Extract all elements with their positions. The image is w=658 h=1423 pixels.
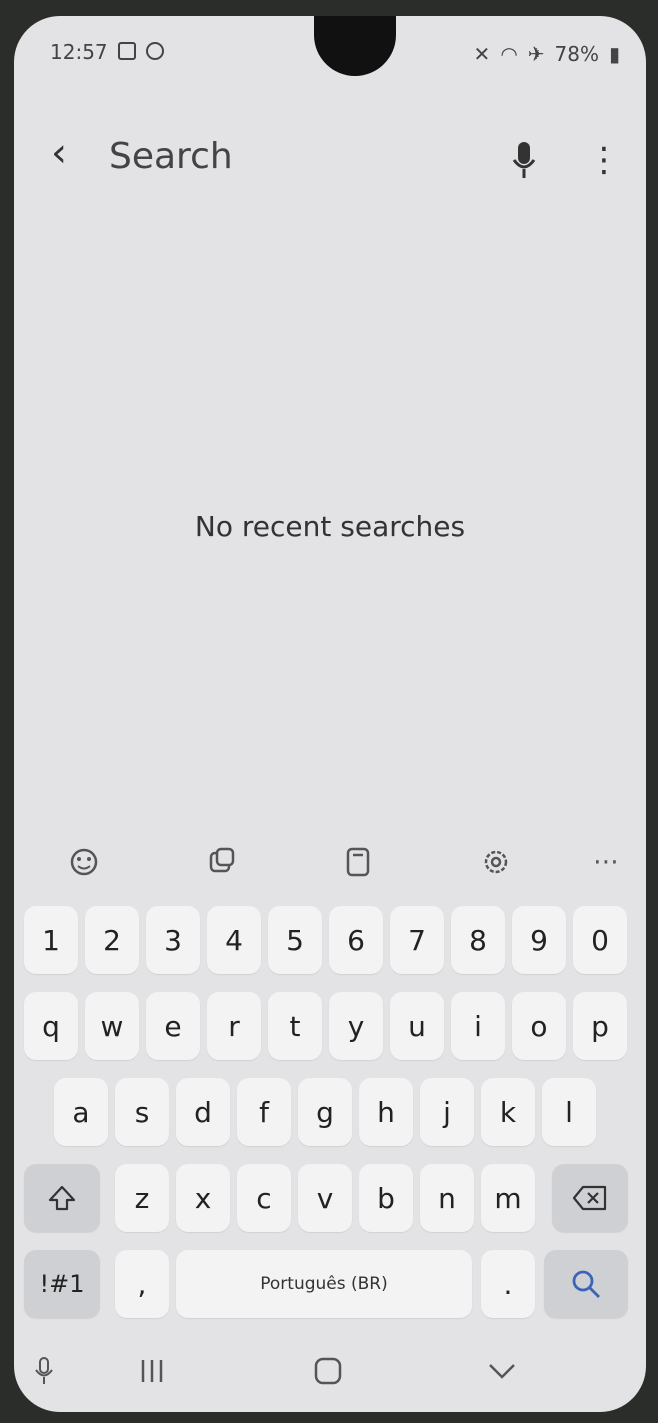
backspace-key[interactable] [552, 1164, 628, 1232]
key-9[interactable]: 9 [512, 906, 566, 974]
empty-state-text: No recent searches [194, 510, 466, 543]
key-3[interactable]: 3 [146, 906, 200, 974]
backspace-icon [572, 1185, 607, 1211]
mic-icon [35, 1357, 53, 1384]
settings-icon [484, 850, 508, 874]
chevron-left-icon: ‹ [51, 130, 67, 176]
key-w[interactable]: w [85, 992, 139, 1060]
key-5[interactable]: 5 [268, 906, 322, 974]
key-j[interactable]: j [420, 1078, 474, 1146]
home-button[interactable] [296, 1336, 360, 1406]
search-icon [572, 1270, 600, 1298]
recents-icon [141, 1360, 163, 1382]
back-button[interactable]: ‹ [38, 116, 80, 190]
key-q[interactable]: q [24, 992, 78, 1060]
key-r[interactable]: r [207, 992, 261, 1060]
key-n[interactable]: n [420, 1164, 474, 1232]
keyboard-row-zxcv: z x c v b n m [14, 1164, 646, 1236]
key-s[interactable]: s [115, 1078, 169, 1146]
key-7[interactable]: 7 [390, 906, 444, 974]
key-b[interactable]: b [359, 1164, 413, 1232]
key-u[interactable]: u [390, 992, 444, 1060]
toolbar-more-button[interactable]: ⋯ [580, 830, 632, 894]
battery-icon: ▮ [608, 42, 620, 66]
wifi-icon: ◠ [500, 42, 518, 66]
checkbox-icon [118, 42, 136, 60]
space-key[interactable]: Português (BR) [176, 1250, 472, 1318]
key-p[interactable]: p [573, 992, 627, 1060]
keyboard-row-bottom: !#1 , Português (BR) . [14, 1250, 646, 1322]
keyboard-row-qwerty: q w e r t y u i o p [14, 992, 646, 1064]
key-o[interactable]: o [512, 992, 566, 1060]
sticker-icon [209, 847, 235, 873]
key-l[interactable]: l [542, 1078, 596, 1146]
key-0[interactable]: 0 [573, 906, 627, 974]
key-h[interactable]: h [359, 1078, 413, 1146]
key-6[interactable]: 6 [329, 906, 383, 974]
keyboard-settings-button[interactable] [470, 830, 522, 894]
keyboard-toolbar: ⋯ [14, 830, 646, 894]
period-key[interactable]: . [481, 1250, 535, 1318]
key-g[interactable]: g [298, 1078, 352, 1146]
shift-key[interactable] [24, 1164, 100, 1232]
clipboard-icon [346, 847, 370, 877]
recents-button[interactable] [126, 1336, 178, 1406]
emoji-button[interactable] [58, 830, 110, 894]
key-e[interactable]: e [146, 992, 200, 1060]
emoji-icon [70, 848, 98, 876]
more-horiz-icon: ⋯ [593, 847, 619, 877]
home-icon [314, 1357, 342, 1385]
voice-search-button[interactable] [496, 128, 552, 192]
key-f[interactable]: f [237, 1078, 291, 1146]
status-bar: 12:57 ✕ ◠ ✈ 78% ▮ [14, 38, 646, 72]
shift-icon [48, 1185, 76, 1211]
key-1[interactable]: 1 [24, 906, 78, 974]
key-t[interactable]: t [268, 992, 322, 1060]
key-8[interactable]: 8 [451, 906, 505, 974]
more-vert-icon: ⋮ [587, 140, 621, 180]
keyboard-row-asdf: a s d f g h j k l [14, 1078, 646, 1150]
key-a[interactable]: a [54, 1078, 108, 1146]
sticker-button[interactable] [196, 830, 248, 894]
comma-key[interactable]: , [115, 1250, 169, 1318]
mute-icon: ✕ [473, 42, 491, 66]
key-y[interactable]: y [329, 992, 383, 1060]
key-4[interactable]: 4 [207, 906, 261, 974]
search-key[interactable] [544, 1250, 628, 1318]
chevron-down-icon [489, 1364, 515, 1379]
microphone-icon [512, 142, 536, 178]
symbols-key[interactable]: !#1 [24, 1250, 100, 1318]
keyboard: 1 2 3 4 5 6 7 8 9 0 q w e r t y u i o p … [14, 894, 646, 1334]
clipboard-button[interactable] [332, 830, 384, 894]
battery-level: 78% [554, 42, 599, 66]
key-x[interactable]: x [176, 1164, 230, 1232]
key-z[interactable]: z [115, 1164, 169, 1232]
key-m[interactable]: m [481, 1164, 535, 1232]
key-k[interactable]: k [481, 1078, 535, 1146]
status-time: 12:57 [50, 40, 108, 64]
key-c[interactable]: c [237, 1164, 291, 1232]
keyboard-row-numbers: 1 2 3 4 5 6 7 8 9 0 [14, 906, 646, 978]
key-v[interactable]: v [298, 1164, 352, 1232]
key-d[interactable]: d [176, 1078, 230, 1146]
voice-input-button[interactable] [24, 1336, 64, 1406]
nav-back-button[interactable] [474, 1336, 530, 1406]
key-2[interactable]: 2 [85, 906, 139, 974]
timer-icon [146, 42, 164, 60]
page-title: Search [109, 136, 233, 177]
navigation-bar [14, 1336, 646, 1406]
more-options-button[interactable]: ⋮ [587, 128, 621, 192]
airplane-icon: ✈ [527, 42, 545, 66]
key-i[interactable]: i [451, 992, 505, 1060]
phone-screen: 12:57 ✕ ◠ ✈ 78% ▮ ‹ Search ⋮ No recent s… [14, 16, 646, 1412]
